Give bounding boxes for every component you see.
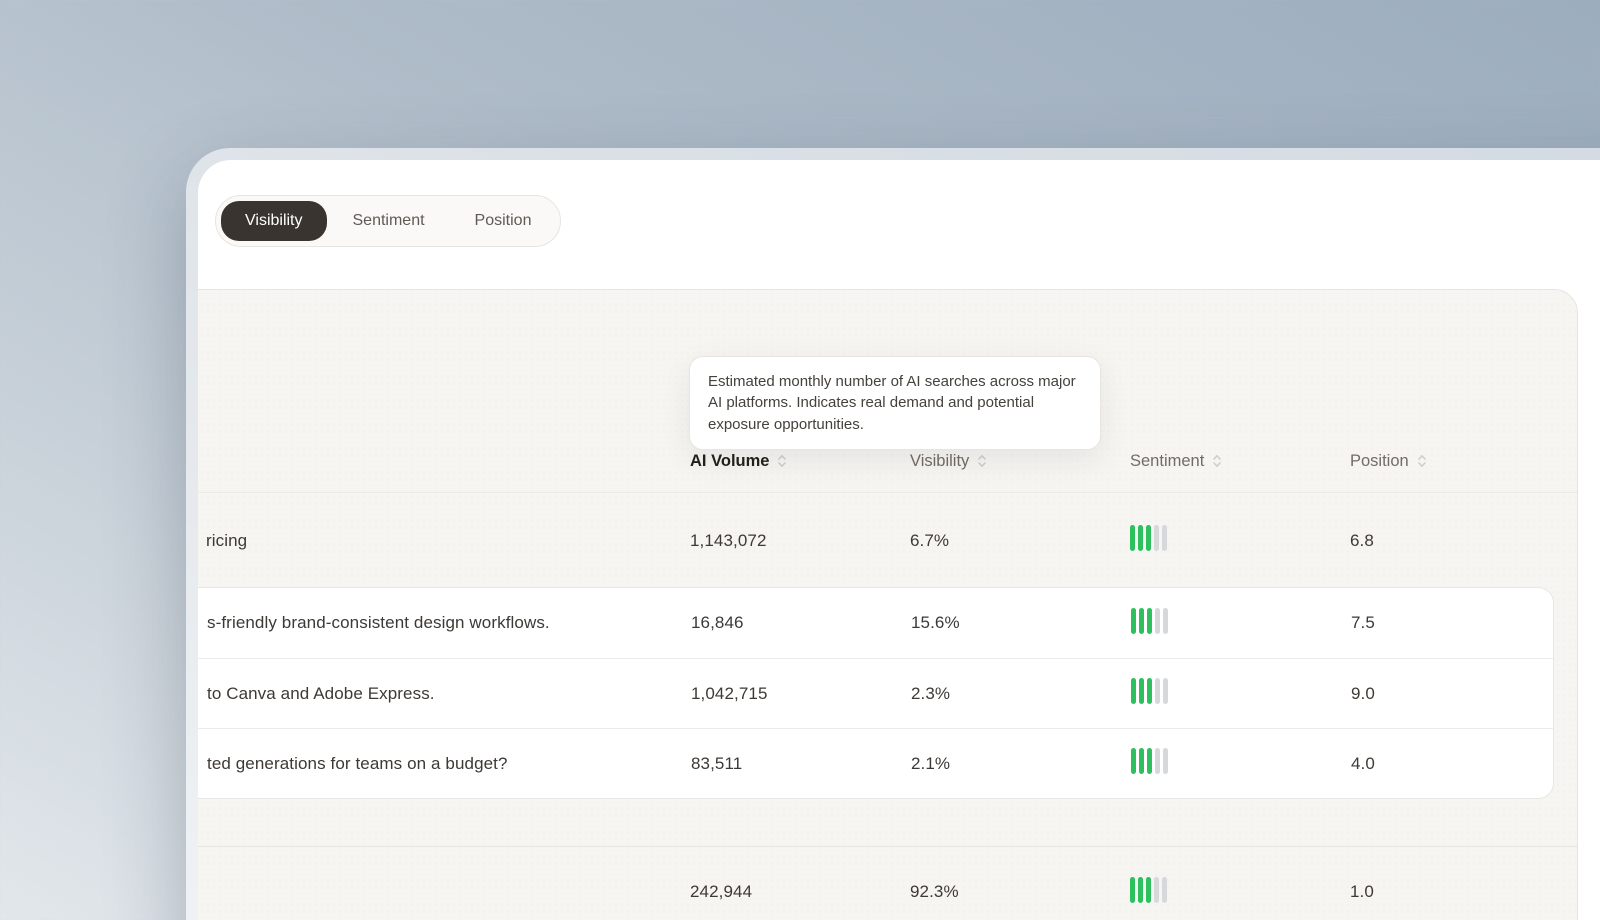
sort-chevrons-icon [1416, 453, 1428, 469]
visibility-cell: 2.3% [911, 683, 951, 703]
table-rows-bottom: 242,944 92.3% 1.0 [198, 847, 1577, 920]
sentiment-bars-icon [1130, 525, 1167, 551]
sentiment-bar [1147, 678, 1152, 704]
sentiment-bar [1154, 876, 1159, 903]
sentiment-bar [1139, 607, 1144, 634]
position-cell: 1.0 [1350, 882, 1374, 901]
keyword-cell: to Canva and Adobe Express. [207, 683, 435, 703]
sentiment-bar [1139, 748, 1144, 774]
table-rows-top: ricing 1,143,072 6.7% 6.8 [198, 494, 1577, 587]
visibility-cell: 15.6% [911, 613, 960, 632]
column-header-sentiment[interactable]: Sentiment [1130, 452, 1350, 471]
keyword-cell: s-friendly brand-consistent design workf… [207, 613, 550, 632]
column-label: Sentiment [1130, 451, 1205, 470]
sentiment-bar [1154, 525, 1159, 551]
visibility-cell: 6.7% [910, 530, 950, 550]
table-row[interactable]: ricing 1,143,072 6.7% 6.8 [198, 494, 1577, 587]
sentiment-bar [1146, 525, 1151, 551]
sentiment-bar [1155, 678, 1160, 704]
keyword-cell: ricing [206, 530, 248, 550]
ai-volume-cell: 242,944 [690, 882, 753, 901]
ai-volume-cell: 1,143,072 [690, 530, 767, 550]
tab-visibility[interactable]: Visibility [221, 201, 327, 241]
sentiment-bar [1138, 525, 1143, 551]
column-header-ai-volume[interactable]: AI Volume [690, 452, 910, 471]
column-header-visibility[interactable]: Visibility [910, 452, 1130, 471]
sentiment-cell [1131, 748, 1351, 779]
column-label: Visibility [910, 451, 970, 470]
sentiment-bar [1163, 678, 1168, 704]
sentiment-cell [1130, 525, 1350, 556]
table-row-group-card: s-friendly brand-consistent design workf… [198, 587, 1554, 799]
sentiment-bar [1162, 525, 1167, 551]
sentiment-bars-icon [1131, 607, 1168, 634]
sentiment-bars-icon [1131, 678, 1168, 704]
ai-volume-cell: 83,511 [691, 753, 743, 773]
sort-chevrons-icon [976, 453, 988, 469]
ai-volume-tooltip: Estimated monthly number of AI searches … [689, 356, 1101, 450]
sentiment-bars-icon [1130, 876, 1167, 903]
position-cell: 7.5 [1351, 613, 1375, 632]
tab-position[interactable]: Position [451, 201, 556, 241]
sentiment-bar [1146, 876, 1151, 903]
sort-chevrons-icon [776, 453, 788, 469]
sentiment-cell [1130, 876, 1350, 908]
sentiment-bar [1131, 607, 1136, 634]
visibility-cell: 2.1% [911, 753, 951, 773]
sentiment-bar [1162, 876, 1167, 903]
sentiment-bar [1163, 607, 1168, 634]
sentiment-bar [1139, 678, 1144, 704]
sentiment-bar [1130, 525, 1135, 551]
table-row[interactable]: to Canva and Adobe Express. 1,042,715 2.3%… [198, 658, 1553, 728]
table-row[interactable]: s-friendly brand-consistent design workf… [198, 588, 1553, 658]
ai-volume-cell: 16,846 [691, 613, 744, 632]
metric-tab-group: Visibility Sentiment Position [215, 195, 562, 247]
sentiment-bar [1130, 876, 1135, 903]
sentiment-bar [1155, 607, 1160, 634]
table-panel: Estimated monthly number of AI searches … [198, 289, 1578, 920]
sort-chevrons-icon [1211, 453, 1223, 469]
column-label: Position [1350, 451, 1409, 470]
sentiment-bars-icon [1131, 748, 1168, 774]
sentiment-bar [1138, 876, 1143, 903]
sentiment-bar [1131, 748, 1136, 774]
position-cell: 4.0 [1351, 753, 1375, 773]
sentiment-bar [1147, 607, 1152, 634]
position-cell: 9.0 [1351, 683, 1375, 703]
app-window: Visibility Sentiment Position Estimated … [198, 160, 1600, 920]
position-cell: 6.8 [1350, 530, 1374, 550]
sentiment-bar [1147, 748, 1152, 774]
keyword-cell: ted generations for teams on a budget? [207, 753, 508, 773]
tab-sentiment[interactable]: Sentiment [329, 201, 449, 241]
ai-volume-cell: 1,042,715 [691, 683, 768, 703]
sentiment-cell [1131, 607, 1351, 639]
app-window-frame: Visibility Sentiment Position Estimated … [186, 148, 1600, 920]
visibility-cell: 92.3% [910, 882, 959, 901]
sentiment-bar [1163, 748, 1168, 774]
table-row[interactable]: ted generations for teams on a budget? 83… [198, 728, 1553, 798]
column-header-position[interactable]: Position [1350, 452, 1577, 471]
sentiment-cell [1131, 678, 1351, 709]
table-row[interactable]: 242,944 92.3% 1.0 [198, 847, 1577, 920]
sentiment-bar [1155, 748, 1160, 774]
sentiment-bar [1131, 678, 1136, 704]
column-label: AI Volume [690, 451, 770, 470]
